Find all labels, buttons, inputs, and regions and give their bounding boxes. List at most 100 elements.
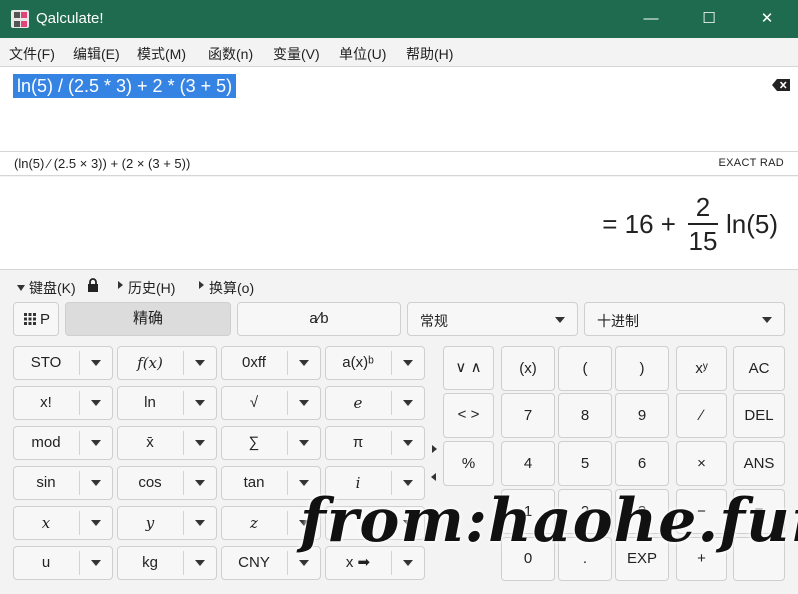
dropdown-arrow-icon[interactable] [195,440,205,446]
menu-edit[interactable]: 编辑(E) [73,44,120,64]
kilogram-label: kg [142,554,158,571]
dropdown-arrow-icon[interactable] [195,360,205,366]
watermark-text: from:haohe.fun [300,486,798,556]
window-title: Qalculate! [36,10,104,27]
expression-text[interactable]: ln(5) / (2.5 * 3) + 2 * (3 + 5) [13,74,237,98]
fraction-numerator: 2 [695,192,711,222]
open-paren-button[interactable]: ( [558,346,612,391]
dropdown-arrow-icon[interactable] [403,400,413,406]
minimize-button[interactable]: — [628,0,674,38]
keypad-prev-icon[interactable] [431,473,436,481]
separator [79,511,80,535]
result-prefix: = 16 + [602,208,676,239]
dropdown-arrow-icon[interactable] [299,440,309,446]
separator [391,391,392,415]
clear-expression-icon[interactable] [772,79,790,91]
menu-mode[interactable]: 模式(M) [137,44,186,64]
unit-button[interactable]: u [13,546,113,580]
sine-button[interactable]: sin [13,466,113,500]
digit-9-button[interactable]: 9 [615,393,669,438]
digit-4-button[interactable]: 4 [501,441,555,486]
menu-units[interactable]: 单位(U) [339,44,386,64]
history-expander[interactable]: 历史(H) [128,278,175,298]
function-button[interactable]: f(x) [117,346,217,380]
conversion-expander[interactable]: 换算(o) [209,278,254,298]
tangent-label: tan [243,474,265,491]
store-button[interactable]: STO [13,346,113,380]
delete-button[interactable]: DEL [733,393,785,438]
dropdown-arrow-icon[interactable] [299,560,309,566]
mode-indicator: EXACT RAD [718,157,784,169]
answer-button[interactable]: ANS [733,441,785,486]
dropdown-arrow-icon[interactable] [195,480,205,486]
exact-toggle-button[interactable]: 精确 [65,302,231,336]
euler-button[interactable]: e [325,386,425,420]
digit-5-button[interactable]: 5 [558,441,612,486]
dropdown-arrow-icon[interactable] [91,360,101,366]
keyboard-expander[interactable]: 键盘(K) [29,278,76,298]
dropdown-arrow-icon[interactable] [299,360,309,366]
format-select-value: 常规 [420,313,448,329]
pi-button[interactable]: π [325,426,425,460]
dropdown-arrow-icon[interactable] [195,520,205,526]
dropdown-arrow-icon[interactable] [195,400,205,406]
parentheses-wrap-button[interactable]: (x) [501,346,555,391]
dropdown-arrow-icon[interactable] [91,520,101,526]
keypad-toggle-label: P [40,311,51,328]
fraction-toggle-button[interactable]: a∕b [237,302,401,336]
modulo-button[interactable]: mod [13,426,113,460]
menu-variables[interactable]: 变量(V) [273,44,320,64]
dropdown-arrow-icon[interactable] [195,560,205,566]
parsed-expression-row: (ln(5) ∕ (2.5 × 3)) + (2 × (3 + 5)) EXAC… [0,152,798,176]
multiply-button[interactable]: × [676,441,727,486]
separator [79,551,80,575]
natural-log-button[interactable]: ln [117,386,217,420]
keypad-toggle-button[interactable]: P [13,302,59,336]
sum-button[interactable]: ∑ [221,426,321,460]
separator [183,391,184,415]
dropdown-arrow-icon[interactable] [91,560,101,566]
divide-button[interactable]: ∕ [676,393,727,438]
close-paren-button[interactable]: ) [615,346,669,391]
separator [287,431,288,455]
dropdown-arrow-icon[interactable] [91,400,101,406]
menu-file[interactable]: 文件(F) [9,44,55,64]
cosine-button[interactable]: cos [117,466,217,500]
title-bar[interactable]: Qalculate! — ☐ ✕ [0,0,798,38]
close-button[interactable]: ✕ [744,0,790,38]
menu-help[interactable]: 帮助(H) [406,44,453,64]
collapsed-arrow-icon [118,281,123,289]
separator [287,391,288,415]
history-navigate-button[interactable]: ∨ ∧ [443,346,494,390]
separator [79,391,80,415]
digit-8-button[interactable]: 8 [558,393,612,438]
dropdown-arrow-icon[interactable] [403,440,413,446]
expression-input[interactable]: ln(5) / (2.5 * 3) + 2 * (3 + 5) [0,66,798,152]
dropdown-arrow-icon[interactable] [403,360,413,366]
lock-icon[interactable] [87,278,99,293]
square-root-button[interactable]: √ [221,386,321,420]
cursor-move-button[interactable]: < > [443,393,494,438]
square-root-label: √ [249,394,259,411]
base-value-button[interactable]: 0xff [221,346,321,380]
dropdown-arrow-icon[interactable] [403,560,413,566]
kilogram-button[interactable]: kg [117,546,217,580]
percent-button[interactable]: % [443,441,494,486]
format-select[interactable]: 常规 [407,302,578,336]
menu-functions[interactable]: 函数(n) [208,44,253,64]
digit-6-button[interactable]: 6 [615,441,669,486]
dropdown-arrow-icon[interactable] [299,400,309,406]
var-y-button[interactable]: y [117,506,217,540]
dropdown-arrow-icon[interactable] [91,440,101,446]
mean-button[interactable]: x̄ [117,426,217,460]
var-x-button[interactable]: x [13,506,113,540]
all-clear-button[interactable]: AC [733,346,785,391]
base-select[interactable]: 十进制 [584,302,785,336]
dropdown-arrow-icon[interactable] [91,480,101,486]
power-function-button[interactable]: a(x)ᵇ [325,346,425,380]
digit-7-button[interactable]: 7 [501,393,555,438]
maximize-button[interactable]: ☐ [686,0,732,38]
keypad-next-icon[interactable] [432,445,437,453]
factorial-button[interactable]: x! [13,386,113,420]
power-button[interactable]: xʸ [676,346,727,391]
